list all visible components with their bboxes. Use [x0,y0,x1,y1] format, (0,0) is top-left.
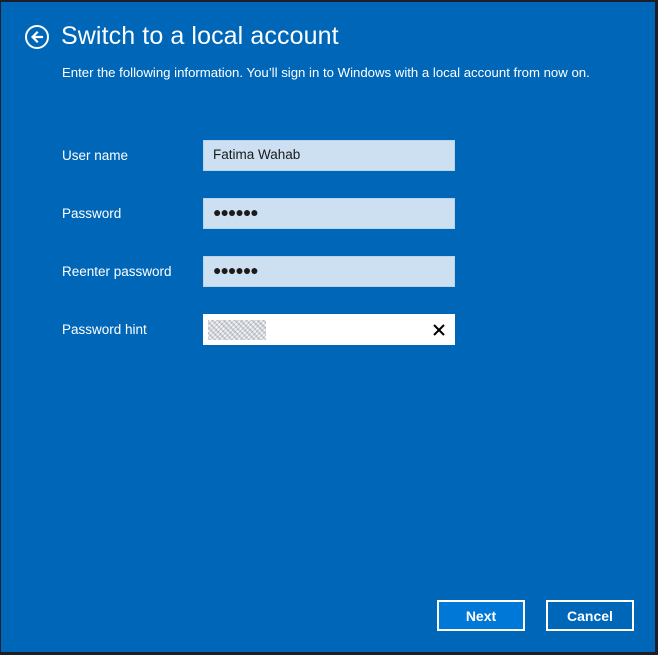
clear-hint-button[interactable] [430,321,448,339]
close-icon [433,324,445,336]
page-title: Switch to a local account [61,22,339,50]
password-hint-input[interactable] [203,314,455,345]
reenter-password-label: Reenter password [62,264,172,279]
password-hint-row: Password hint [62,314,462,346]
username-row: User name Fatima Wahab [62,140,462,172]
username-label: User name [62,148,129,163]
password-input[interactable]: ●●●●●● [203,198,455,229]
redacted-hint-text [208,320,266,340]
reenter-password-row: Reenter password ●●●●●● [62,256,462,288]
password-label: Password [62,206,122,221]
back-button[interactable] [25,24,49,49]
next-button[interactable]: Next [437,600,525,631]
local-account-dialog: Switch to a local account Enter the foll… [1,2,655,652]
reenter-password-input[interactable]: ●●●●●● [203,256,455,287]
username-input[interactable]: Fatima Wahab [203,140,455,171]
password-hint-label: Password hint [62,322,147,337]
cancel-button[interactable]: Cancel [546,600,634,631]
description-text: Enter the following information. You’ll … [62,65,590,80]
dialog-header: Switch to a local account [25,22,339,51]
back-arrow-icon [30,30,44,43]
password-row: Password ●●●●●● [62,198,462,230]
